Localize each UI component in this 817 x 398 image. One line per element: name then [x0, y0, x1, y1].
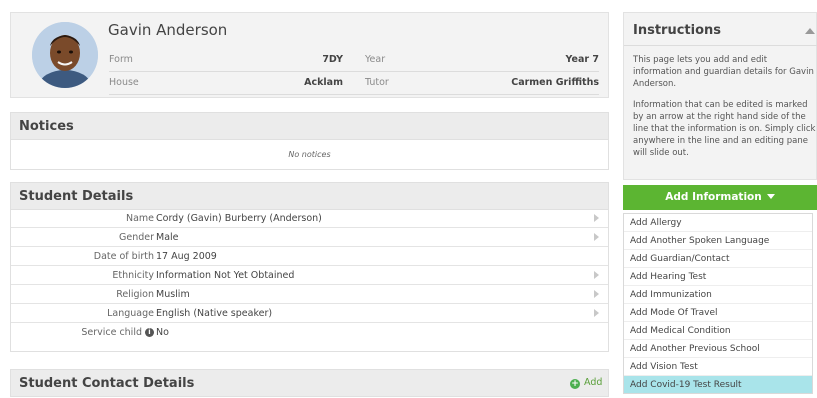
plus-circle-icon: + [570, 379, 580, 389]
info-circle-icon[interactable]: i [145, 328, 154, 337]
detail-label: Date of birth [93, 251, 154, 262]
student-details-title: Student Details [19, 189, 134, 204]
house-label: House [109, 77, 139, 88]
service-child-label: Service child [81, 327, 142, 338]
row-arrow-icon[interactable] [594, 214, 599, 222]
detail-label: Language [107, 308, 154, 319]
house-tutor-row: House Acklam Tutor Carmen Griffiths [109, 72, 599, 95]
row-arrow-icon[interactable] [594, 233, 599, 241]
menu-item-add-previous-school[interactable]: Add Another Previous School [624, 340, 812, 358]
detail-label: Ethnicity [112, 270, 154, 281]
instructions-title: Instructions [633, 23, 722, 38]
detail-value: No [156, 327, 169, 338]
row-arrow-icon[interactable] [594, 271, 599, 279]
menu-item-add-vision-test[interactable]: Add Vision Test [624, 358, 812, 376]
detail-row-service-child: Service child i No [10, 324, 609, 342]
form-label: Form [109, 54, 133, 65]
add-contact-button[interactable]: + Add [570, 377, 602, 389]
detail-value: Cordy (Gavin) Burberry (Anderson) [156, 213, 322, 224]
detail-row-ethnicity[interactable]: Ethnicity Information Not Yet Obtained [10, 267, 609, 285]
year-label: Year [365, 54, 386, 65]
menu-item-add-immunization[interactable]: Add Immunization [624, 286, 812, 304]
instructions-paragraph-2: Information that can be edited is marked… [633, 100, 816, 158]
notices-header: Notices [10, 112, 609, 140]
detail-row-gender[interactable]: Gender Male [10, 229, 609, 247]
form-value: 7DY [322, 54, 343, 65]
instructions-panel: Instructions This page lets you add and … [623, 12, 817, 180]
add-information-menu: Add Allergy Add Another Spoken Language … [623, 213, 813, 394]
menu-item-add-covid-test-result[interactable]: Add Covid-19 Test Result [624, 376, 812, 393]
detail-row-language[interactable]: Language English (Native speaker) [10, 305, 609, 323]
detail-row-dob: Date of birth 17 Aug 2009 [10, 248, 609, 266]
detail-value: Information Not Yet Obtained [156, 270, 295, 281]
notices-title: Notices [19, 119, 74, 134]
student-name: Gavin Anderson [108, 21, 228, 39]
detail-value: 17 Aug 2009 [156, 251, 217, 262]
student-avatar [32, 22, 98, 88]
instructions-divider [624, 45, 817, 46]
triangle-up-icon[interactable] [805, 28, 815, 34]
menu-item-add-allergy[interactable]: Add Allergy [624, 214, 812, 232]
menu-item-add-guardian-contact[interactable]: Add Guardian/Contact [624, 250, 812, 268]
detail-row-religion[interactable]: Religion Muslim [10, 286, 609, 304]
detail-value: English (Native speaker) [156, 308, 273, 319]
menu-item-add-spoken-language[interactable]: Add Another Spoken Language [624, 232, 812, 250]
add-information-button[interactable]: Add Information [623, 185, 817, 210]
student-photo [32, 22, 98, 88]
tutor-value: Carmen Griffiths [511, 77, 599, 88]
contact-details-header: Student Contact Details [10, 369, 609, 397]
add-contact-label: Add [584, 377, 603, 388]
caret-down-icon [766, 194, 775, 199]
instructions-paragraph-1: This page lets you add and edit informat… [633, 55, 814, 89]
detail-label: Service child i [81, 327, 154, 338]
notices-empty: No notices [10, 140, 609, 170]
add-information-label: Add Information [665, 191, 762, 203]
student-profile-card: Gavin Anderson Form 7DY Year Year 7 Hous… [10, 12, 609, 98]
form-year-row: Form 7DY Year Year 7 [109, 49, 599, 72]
tutor-label: Tutor [365, 77, 389, 88]
contact-details-title: Student Contact Details [19, 376, 195, 391]
detail-value: Muslim [156, 289, 190, 300]
detail-label: Gender [118, 232, 154, 243]
menu-item-add-hearing-test[interactable]: Add Hearing Test [624, 268, 812, 286]
menu-item-add-medical-condition[interactable]: Add Medical Condition [624, 322, 812, 340]
student-details-header: Student Details [10, 182, 609, 210]
detail-label: Religion [116, 289, 154, 300]
detail-row-name[interactable]: Name Cordy (Gavin) Burberry (Anderson) [10, 210, 609, 228]
row-arrow-icon[interactable] [594, 309, 599, 317]
detail-value: Male [156, 232, 179, 243]
year-value: Year 7 [565, 54, 599, 65]
row-arrow-icon[interactable] [594, 290, 599, 298]
house-value: Acklam [304, 77, 343, 88]
detail-label: Name [125, 213, 154, 224]
menu-item-add-mode-of-travel[interactable]: Add Mode Of Travel [624, 304, 812, 322]
